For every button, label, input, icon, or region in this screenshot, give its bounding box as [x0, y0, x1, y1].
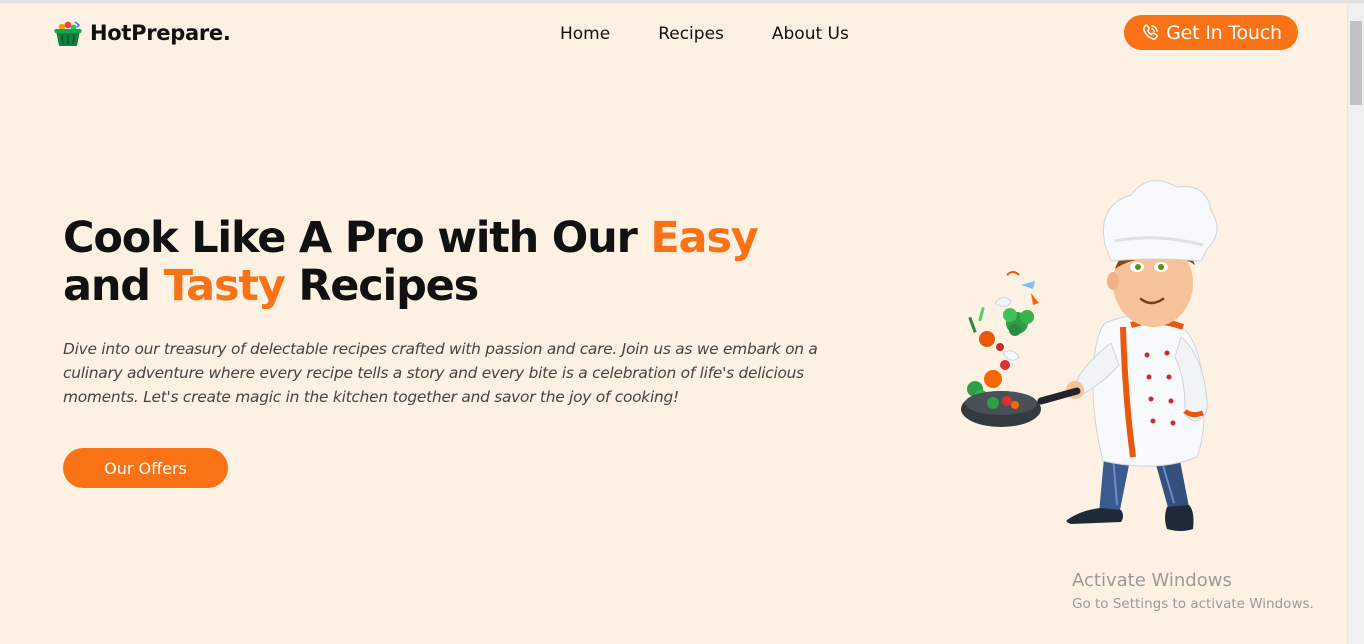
hero-title-part3: Recipes	[284, 261, 479, 311]
nav-link-about-us[interactable]: About Us	[772, 22, 849, 46]
page: HotPrepare. Home Recipes About Us Get In…	[0, 0, 1364, 644]
hero-description: Dive into our treasury of delectable rec…	[63, 340, 818, 406]
vertical-scrollbar[interactable]	[1347, 3, 1364, 644]
hero-title-accent-easy: Easy	[650, 213, 758, 263]
phone-icon	[1143, 23, 1159, 40]
brand-logo[interactable]: HotPrepare.	[53, 19, 231, 47]
main-nav: Home Recipes About Us	[560, 22, 849, 46]
our-offers-button[interactable]: Our Offers	[63, 448, 228, 488]
hero-title-part2: and	[63, 261, 164, 311]
nav-link-recipes[interactable]: Recipes	[658, 22, 724, 46]
watermark-title: Activate Windows	[1072, 570, 1232, 591]
hero-title-accent-tasty: Tasty	[163, 261, 286, 311]
watermark-subtitle: Go to Settings to activate Windows.	[1072, 596, 1314, 612]
browser-top-border	[0, 0, 1364, 3]
get-in-touch-label: Get In Touch	[1166, 21, 1282, 44]
basket-icon	[54, 21, 82, 46]
flying-vegetables-icon	[967, 271, 1039, 405]
hero-title: Cook Like A Pro with Our Easy and Tasty R…	[63, 214, 863, 310]
hero-title-part1: Cook Like A Pro with Our	[63, 213, 651, 263]
brand-name: HotPrepare.	[90, 21, 231, 45]
get-in-touch-button[interactable]: Get In Touch	[1124, 15, 1298, 50]
chef-illustration	[961, 180, 1218, 531]
activate-windows-watermark: Activate Windows Go to Settings to activ…	[1072, 570, 1314, 614]
scrollbar-thumb[interactable]	[1350, 21, 1362, 105]
nav-link-home[interactable]: Home	[560, 22, 610, 46]
